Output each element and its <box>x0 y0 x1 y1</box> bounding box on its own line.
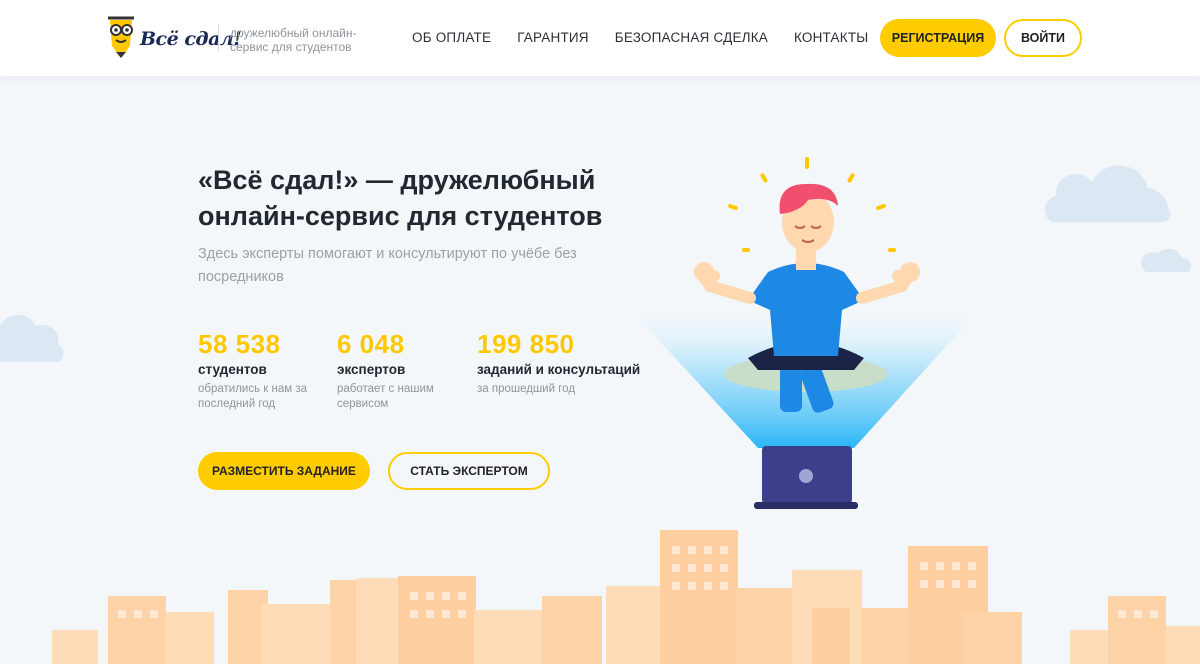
post-task-button[interactable]: Разместить задание <box>198 452 370 490</box>
stat-number: 6 048 <box>337 329 405 359</box>
stat-label: заданий и консультаций <box>477 362 641 377</box>
site-header: Всё сдал! дружелюбный онлайн-сервис для … <box>0 0 1200 76</box>
nav-item-contacts[interactable]: Контакты <box>794 30 868 45</box>
stat-description: за прошедший год <box>477 383 576 395</box>
login-button[interactable]: Войти <box>1004 19 1082 57</box>
city-skyline-illustration <box>52 530 1200 664</box>
nav-item-guarantee[interactable]: Гарантия <box>517 30 589 45</box>
cloud-icon <box>0 314 64 362</box>
stat-label: студентов <box>198 362 267 377</box>
stat-description: работает с нашим сервисом <box>337 383 434 410</box>
cloud-icon <box>1044 165 1171 223</box>
meditating-student-illustration <box>693 157 920 413</box>
header-tagline: дружелюбный онлайн-сервис для студентов <box>230 26 357 54</box>
register-button[interactable]: Регистрация <box>880 19 996 57</box>
stat-description: обратились к нам за последний год <box>198 383 308 410</box>
stat-students: 58 538 студентов обратились к нам за пос… <box>198 328 318 412</box>
hero-subtitle: Здесь эксперты помогают и консультируют … <box>198 246 577 285</box>
stat-experts: 6 048 экспертов работает с нашим сервисо… <box>337 328 457 412</box>
logo-divider <box>218 24 219 52</box>
mascot-logo-icon <box>108 16 134 58</box>
laptop-icon <box>754 446 858 509</box>
logo-text: Всё сдал! <box>140 28 242 50</box>
light-beam <box>622 300 988 448</box>
main-nav: Об оплате Гарантия Безопасная сделка Кон… <box>412 30 868 45</box>
stat-tasks: 199 850 заданий и консультаций за прошед… <box>477 328 647 397</box>
stat-number: 199 850 <box>477 329 575 359</box>
nav-item-safe-deal[interactable]: Безопасная сделка <box>615 30 768 45</box>
cloud-icon <box>1141 248 1191 272</box>
become-expert-button[interactable]: Стать экспертом <box>388 452 550 490</box>
logo[interactable]: Всё сдал! <box>104 14 242 60</box>
stat-number: 58 538 <box>198 329 281 359</box>
stat-label: экспертов <box>337 362 406 377</box>
hero-title: «Всё сдал!» — дружелюбный онлайн-сервис … <box>198 165 603 231</box>
nav-item-payment[interactable]: Об оплате <box>412 30 491 45</box>
